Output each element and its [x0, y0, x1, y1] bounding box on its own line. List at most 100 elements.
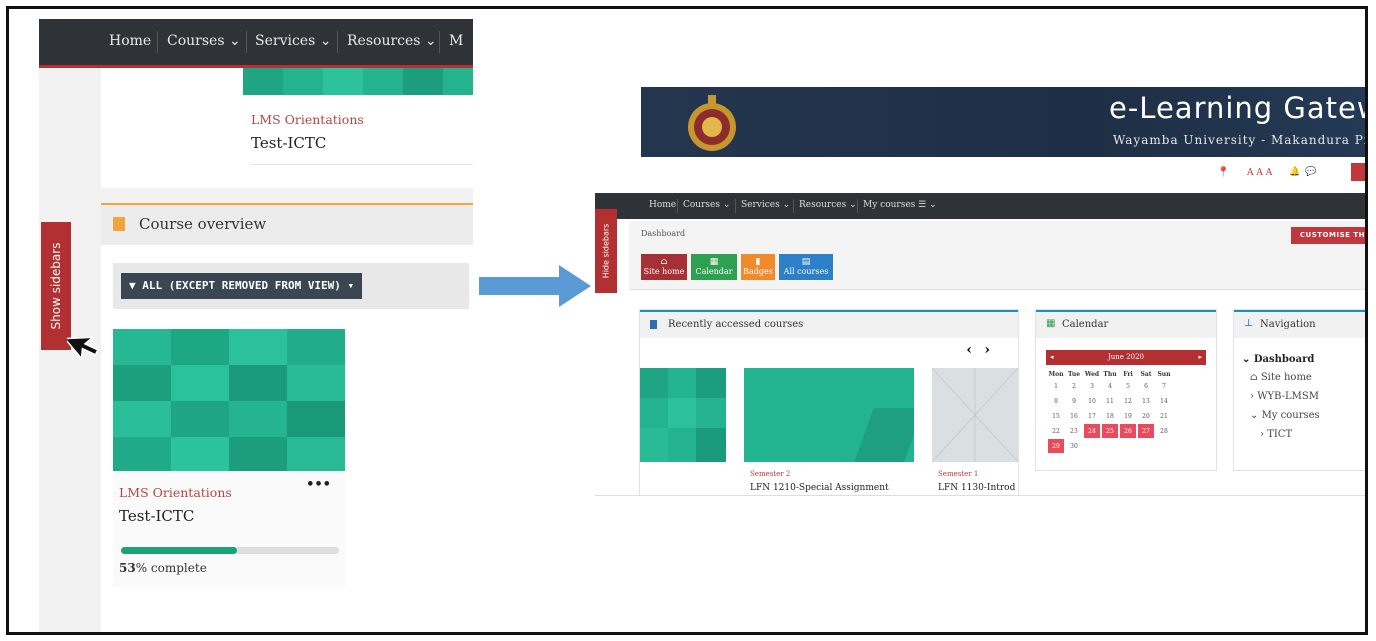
progress-text: 53% complete	[119, 561, 207, 575]
nav-tree-site-home[interactable]: ⌂ Site home	[1250, 372, 1312, 383]
course-overview-block: Course overview ▼ ALL (EXCEPT REMOVED FR…	[101, 203, 473, 632]
calendar-weekday: Fri	[1123, 371, 1133, 378]
nav-courses[interactable]: Courses ⌄	[683, 200, 730, 210]
calendar-weekday: Wed	[1084, 371, 1100, 378]
next-month-button[interactable]: ▸	[1198, 350, 1202, 365]
course-title[interactable]: Test-ICTC	[119, 507, 194, 525]
calendar-day[interactable]: 3	[1084, 379, 1100, 393]
nav-resources[interactable]: Resources ⌄	[799, 200, 857, 210]
calendar-day[interactable]: 8	[1048, 394, 1064, 408]
chat-icon[interactable]: 💬	[1305, 167, 1316, 177]
prev-arrow-button[interactable]: ‹	[966, 342, 972, 358]
calendar-day[interactable]: 30	[1066, 439, 1082, 453]
calendar-day[interactable]: 19	[1120, 409, 1136, 423]
calendar-day	[1156, 439, 1172, 453]
calendar-day[interactable]: 17	[1084, 409, 1100, 423]
more-icon[interactable]: •••	[306, 477, 331, 492]
nav-tree-my-courses[interactable]: ⌄ My courses	[1250, 410, 1320, 421]
left-zoom-panel: Home Courses ⌄ Services ⌄ Resources ⌄ M …	[39, 19, 473, 632]
nav-resources[interactable]: Resources ⌄	[347, 33, 437, 49]
calendar-day[interactable]: 23	[1066, 424, 1082, 438]
course-category[interactable]: LMS Orientations	[119, 485, 232, 500]
prev-month-button[interactable]: ◂	[1050, 350, 1054, 365]
course-card[interactable]: LMS Orientations ••• Test-ICTC 53% compl…	[113, 329, 345, 587]
calendar-month-bar: ◂ June 2020 ▸	[1046, 350, 1206, 365]
calendar-weekday: Sun	[1157, 371, 1171, 378]
nav-services[interactable]: Services ⌄	[255, 33, 331, 49]
calendar-day[interactable]: 9	[1066, 394, 1082, 408]
filter-icon: ▼	[129, 279, 143, 292]
next-arrow-button[interactable]: ›	[984, 342, 990, 358]
calendar-day[interactable]: 16	[1066, 409, 1082, 423]
calendar-day[interactable]: 11	[1102, 394, 1118, 408]
nav-home[interactable]: Home	[109, 33, 151, 49]
calendar-day	[1138, 439, 1154, 453]
font-size-toggle[interactable]: A A A	[1247, 168, 1272, 178]
calendar-day[interactable]: 13	[1138, 394, 1154, 408]
nav-services[interactable]: Services ⌄	[741, 200, 790, 210]
filter-dropdown[interactable]: ▼ ALL (EXCEPT REMOVED FROM VIEW) ▾	[121, 273, 363, 299]
course-title[interactable]: Test-ICTC	[251, 134, 326, 152]
course-title[interactable]: LFN 1210-Special Assignment	[750, 483, 889, 493]
caret-down-icon: ▾	[340, 279, 355, 292]
quick-links: ⌂ Site home ▦ Calendar ▮ Badges ▤ All course…	[629, 249, 1365, 290]
calendar-day[interactable]: 12	[1120, 394, 1136, 408]
nav-courses[interactable]: Courses ⌄	[167, 33, 241, 49]
banner-title: e-Learning Gatewa	[1109, 91, 1365, 125]
book-icon	[650, 320, 657, 329]
top-course-card[interactable]: LMS Orientations Test-ICTC	[101, 68, 473, 188]
calendar-day[interactable]: 25	[1102, 424, 1118, 438]
progress-bar	[121, 547, 339, 554]
course-title[interactable]: LFN 1130-Introd	[938, 483, 1015, 493]
hide-sidebars-button[interactable]: Hide sidebars	[595, 209, 617, 293]
calendar-day[interactable]: 22	[1048, 424, 1064, 438]
nav-my-courses[interactable]: M	[449, 33, 463, 49]
nav-tree-tict[interactable]: › TICT	[1260, 429, 1292, 440]
course-category[interactable]: LMS Orientations	[251, 112, 364, 127]
course-image[interactable]	[744, 368, 914, 462]
bookmark-icon[interactable]	[1367, 199, 1368, 211]
calendar-day[interactable]: 4	[1102, 379, 1118, 393]
calendar-day[interactable]: 1	[1048, 379, 1064, 393]
calendar-day[interactable]: 18	[1102, 409, 1118, 423]
right-dashboard-panel: e-Learning Gatewa Wayamba University - M…	[595, 85, 1368, 496]
navigation-header: ⊥ Navigation	[1234, 310, 1365, 338]
customise-button[interactable]: CUSTOMISE THI	[1291, 227, 1365, 244]
breadcrumb[interactable]: Dashboard	[641, 229, 685, 238]
calendar-month: June 2020	[1107, 353, 1144, 361]
calendar-day[interactable]: 6	[1138, 379, 1154, 393]
course-image[interactable]	[640, 368, 726, 462]
nav-tree-wyb-lmsm[interactable]: › WYB-LMSM	[1250, 391, 1319, 402]
nav-my-courses[interactable]: My courses ☰ ⌄	[863, 200, 937, 210]
calendar-day[interactable]: 26	[1120, 424, 1136, 438]
university-logo-icon	[688, 95, 736, 151]
nav-home[interactable]: Home	[649, 200, 676, 210]
navigation-block: ⊥ Navigation ⌄ Dashboard ⌂ Site home › W…	[1233, 309, 1365, 471]
calendar-day[interactable]: 15	[1048, 409, 1064, 423]
calendar-day[interactable]: 7	[1156, 379, 1172, 393]
calendar-day[interactable]: 29	[1048, 439, 1064, 453]
calendar-day[interactable]: 2	[1066, 379, 1082, 393]
arrow-right-icon	[479, 265, 591, 307]
nav-tree-dashboard[interactable]: ⌄ Dashboard	[1242, 354, 1314, 365]
book-icon	[113, 217, 125, 231]
bookmark-icon: ▮	[755, 257, 761, 267]
calendar-day[interactable]: 21	[1156, 409, 1172, 423]
calendar-day[interactable]: 27	[1138, 424, 1154, 438]
location-icon[interactable]: 📍	[1217, 167, 1229, 178]
calendar-day[interactable]: 24	[1084, 424, 1100, 438]
bell-icon[interactable]: 🔔	[1289, 167, 1300, 177]
calendar-day[interactable]: 28	[1156, 424, 1172, 438]
user-menu[interactable]	[1351, 163, 1365, 181]
calendar-button[interactable]: ▦ Calendar	[691, 254, 737, 280]
site-home-button[interactable]: ⌂ Site home	[641, 254, 687, 280]
calendar-day[interactable]: 14	[1156, 394, 1172, 408]
all-courses-button[interactable]: ▤ All courses	[779, 254, 833, 280]
course-image[interactable]	[931, 367, 1019, 463]
badges-button[interactable]: ▮ Badges	[741, 254, 775, 280]
calendar-day[interactable]: 5	[1120, 379, 1136, 393]
calendar-header: ▦ Calendar	[1036, 310, 1216, 338]
calendar-day[interactable]: 10	[1084, 394, 1100, 408]
calendar-weekday: Thu	[1103, 371, 1117, 378]
calendar-day[interactable]: 20	[1138, 409, 1154, 423]
